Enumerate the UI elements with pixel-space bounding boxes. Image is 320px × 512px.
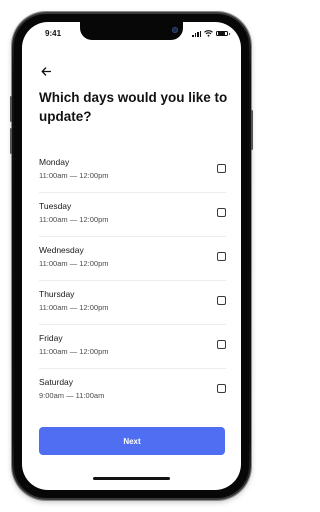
day-row-friday[interactable]: Friday 11:00am — 12:00pm	[39, 325, 226, 369]
checkbox-saturday[interactable]	[217, 384, 226, 393]
status-icons	[192, 30, 230, 37]
volume-up-button	[10, 96, 12, 122]
day-name: Monday	[39, 157, 70, 167]
home-indicator	[93, 477, 170, 480]
day-name: Saturday	[39, 377, 74, 387]
day-row-tuesday[interactable]: Tuesday 11:00am — 12:00pm	[39, 193, 226, 237]
day-name: Tuesday	[39, 201, 72, 211]
day-row-monday[interactable]: Monday 11:00am — 12:00pm	[39, 149, 226, 193]
day-name: Thursday	[39, 289, 75, 299]
volume-down-button	[10, 128, 12, 154]
checkbox-friday[interactable]	[217, 340, 226, 349]
checkbox-thursday[interactable]	[217, 296, 226, 305]
day-row-thursday[interactable]: Thursday 11:00am — 12:00pm	[39, 281, 226, 325]
page-title: Which days would you like to update?	[39, 90, 228, 124]
day-time: 9:00am — 11:00am	[39, 391, 105, 400]
day-name: Friday	[39, 333, 63, 343]
day-time: 11:00am — 12:00pm	[39, 259, 109, 268]
day-time: 11:00am — 12:00pm	[39, 303, 109, 312]
checkbox-monday[interactable]	[217, 164, 226, 173]
day-row-saturday[interactable]: Saturday 9:00am — 11:00am	[39, 369, 226, 413]
status-time: 9:41	[45, 29, 62, 38]
wifi-icon	[204, 30, 213, 37]
notch	[80, 22, 183, 40]
day-name: Wednesday	[39, 245, 84, 255]
power-button	[251, 110, 253, 150]
day-time: 11:00am — 12:00pm	[39, 171, 109, 180]
checkbox-wednesday[interactable]	[217, 252, 226, 261]
battery-icon	[216, 30, 230, 37]
day-time: 11:00am — 12:00pm	[39, 347, 109, 356]
day-time: 11:00am — 12:00pm	[39, 215, 109, 224]
next-button[interactable]: Next	[39, 427, 225, 455]
day-list: Monday 11:00am — 12:00pm Tuesday 11:00am…	[39, 149, 226, 413]
front-camera	[172, 27, 178, 33]
day-row-wednesday[interactable]: Wednesday 11:00am — 12:00pm	[39, 237, 226, 281]
arrow-left-icon	[41, 66, 51, 76]
back-button[interactable]	[38, 63, 54, 79]
app-screen: 9:41 Which days would you like to update…	[22, 22, 241, 490]
checkbox-tuesday[interactable]	[217, 208, 226, 217]
cellular-signal-icon	[192, 30, 201, 37]
